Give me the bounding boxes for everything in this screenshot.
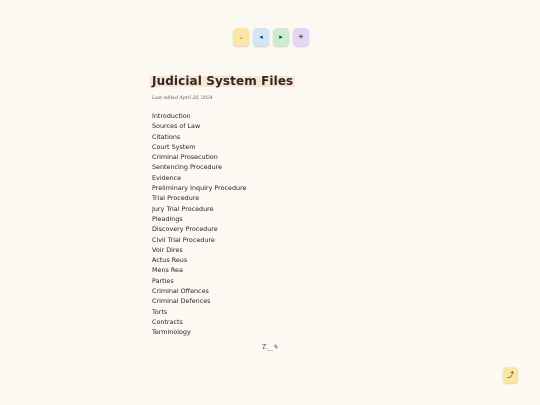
toc-link[interactable]: Evidence	[152, 174, 181, 182]
list-item: Sources of Law	[152, 121, 247, 131]
list-item: Torts	[152, 307, 247, 317]
page-title: Judicial System Files	[150, 73, 296, 89]
toc-link[interactable]: Court System	[152, 143, 195, 151]
list-item: Jury Trial Procedure	[152, 204, 247, 214]
previous-icon: ◂	[259, 32, 263, 41]
list-item: Criminal Offences	[152, 286, 247, 296]
toc-link[interactable]: Citations	[152, 133, 180, 141]
list-item: Mens Rea	[152, 265, 247, 275]
theme-icon: ☀	[297, 32, 305, 41]
toc-link[interactable]: Actus Reus	[152, 256, 187, 264]
signature: T.__✎	[262, 344, 279, 351]
toc-link[interactable]: Parties	[152, 277, 174, 285]
font-size-icon: ،	[239, 32, 243, 41]
toc-link[interactable]: Criminal Prosecution	[152, 153, 218, 161]
toc-link[interactable]: Sentencing Procedure	[152, 163, 222, 171]
toc-link[interactable]: Trial Procedure	[152, 194, 199, 202]
next-button[interactable]: ▸	[273, 28, 289, 46]
toc-link[interactable]: Criminal Offences	[152, 287, 209, 295]
toc-link[interactable]: Contracts	[152, 318, 183, 326]
list-item: Pleadings	[152, 214, 247, 224]
list-item: Terminology	[152, 327, 247, 337]
list-item: Contracts	[152, 317, 247, 327]
list-item: Parties	[152, 276, 247, 286]
toc-link[interactable]: Terminology	[152, 328, 191, 336]
theme-button[interactable]: ☀	[293, 28, 309, 46]
next-icon: ▸	[279, 32, 283, 41]
list-item: Trial Procedure	[152, 193, 247, 203]
list-item: Introduction	[152, 111, 247, 121]
list-item: Discovery Procedure	[152, 224, 247, 234]
toc-link[interactable]: Mens Rea	[152, 266, 183, 274]
list-item: Sentencing Procedure	[152, 162, 247, 172]
toc-link[interactable]: Discovery Procedure	[152, 225, 218, 233]
list-item: Citations	[152, 132, 247, 142]
last-edited: Last edited April 26, 2024	[152, 96, 213, 101]
toc-link[interactable]: Sources of Law	[152, 122, 200, 130]
list-item: Court System	[152, 142, 247, 152]
list-item: Criminal Prosecution	[152, 152, 247, 162]
title-wrap: Judicial System Files	[150, 70, 296, 89]
back-to-top-button[interactable]: ⤴	[503, 367, 518, 383]
toc-link[interactable]: Torts	[152, 308, 167, 316]
previous-button[interactable]: ◂	[253, 28, 269, 46]
toc-link[interactable]: Jury Trial Procedure	[152, 205, 214, 213]
list-item: Evidence	[152, 173, 247, 183]
list-item: Criminal Defences	[152, 296, 247, 306]
arrow-up-icon: ⤴	[507, 371, 514, 379]
list-item: Voir Dires	[152, 245, 247, 255]
toc-link[interactable]: Civil Trial Procedure	[152, 236, 215, 244]
list-item: Civil Trial Procedure	[152, 235, 247, 245]
toolbar: ، ◂ ▸ ☀	[233, 28, 309, 46]
table-of-contents: Introduction Sources of Law Citations Court…	[152, 111, 247, 338]
toc-link[interactable]: Criminal Defences	[152, 297, 211, 305]
toc-link[interactable]: Pleadings	[152, 215, 183, 223]
toc-link[interactable]: Introduction	[152, 112, 191, 120]
toc-link[interactable]: Voir Dires	[152, 246, 183, 254]
toc-link[interactable]: Preliminary Inquiry Procedure	[152, 184, 247, 192]
font-size-button[interactable]: ،	[233, 28, 249, 46]
list-item: Preliminary Inquiry Procedure	[152, 183, 247, 193]
list-item: Actus Reus	[152, 255, 247, 265]
